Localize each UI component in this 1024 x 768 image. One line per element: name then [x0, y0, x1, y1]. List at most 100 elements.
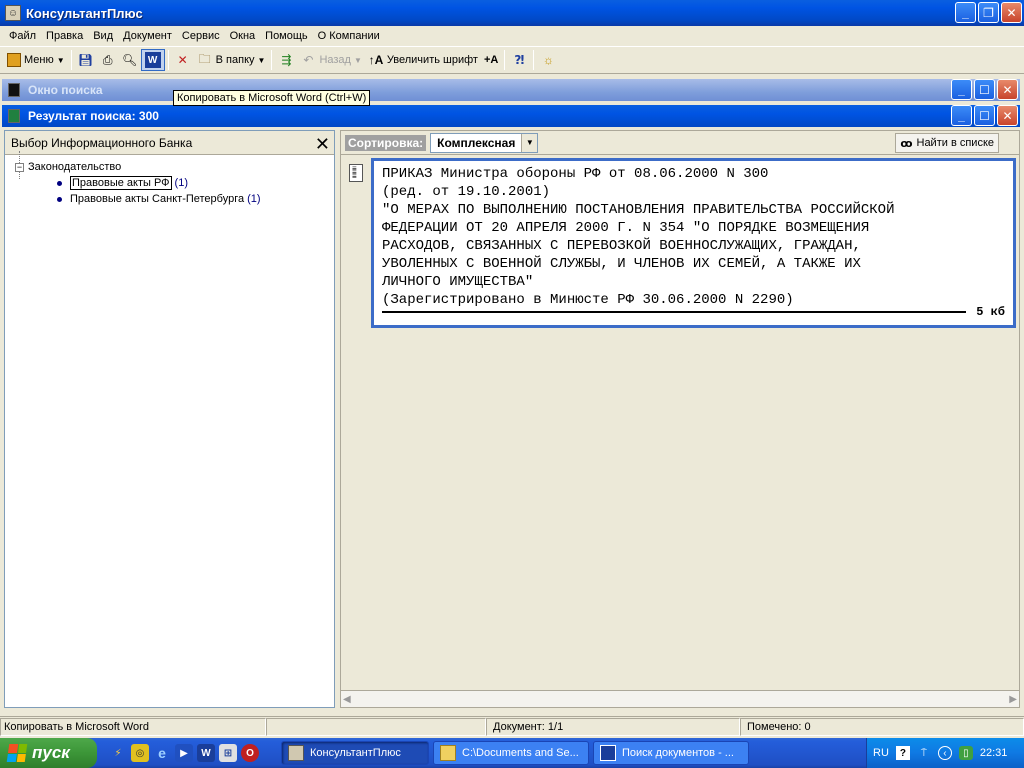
taskbar-item-explorer[interactable]: C:\Documents and Se... — [433, 741, 589, 765]
menu-edit[interactable]: Правка — [41, 30, 88, 42]
taskbar-item-consultant[interactable]: КонсультантПлюс — [281, 741, 429, 765]
document-line: (ред. от 19.10.2001) — [382, 184, 551, 200]
taskbar-item-word[interactable]: Поиск документов - ... — [593, 741, 749, 765]
tips-button[interactable]: ☼ — [537, 49, 559, 71]
close-button[interactable]: ✕ — [997, 79, 1018, 100]
menu-document[interactable]: Документ — [118, 30, 177, 42]
tree-item-spb-acts[interactable]: Правовые акты Санкт-Петербурга (1) — [15, 191, 334, 207]
collapse-icon[interactable]: − — [15, 162, 24, 172]
taskbar-item-label: Поиск документов - ... — [622, 747, 734, 759]
excel-like-icon[interactable]: ⊞ — [219, 744, 237, 762]
media-player-icon[interactable]: ▶ — [175, 744, 193, 762]
horizontal-scrollbar[interactable]: ◀ ▶ — [341, 690, 1019, 707]
internet-explorer-icon[interactable]: e — [153, 744, 171, 762]
preview-button[interactable]: 🔍︎ — [119, 49, 141, 71]
menu-service[interactable]: Сервис — [177, 30, 225, 42]
search-window-title: Окно поиска — [28, 83, 103, 97]
copy-word-tooltip: Копировать в Microsoft Word (Ctrl+W) — [173, 90, 371, 106]
folder-icon — [440, 745, 456, 761]
minimize-button[interactable]: _ — [955, 2, 976, 23]
delete-button[interactable]: ✕ — [172, 49, 194, 71]
lightning-icon[interactable]: ⚡ — [109, 744, 127, 762]
windows-logo-icon — [6, 744, 28, 762]
network-icon[interactable]: ⍑ — [917, 746, 931, 760]
minimize-button[interactable]: _ — [951, 79, 972, 100]
tree-item-label: Правовые акты РФ — [70, 176, 172, 190]
results-window-title: Результат поиска: 300 — [28, 109, 159, 123]
menu-book-icon — [7, 53, 21, 67]
status-bar: Копировать в Microsoft Word Документ: 1/… — [0, 716, 1024, 736]
document-line: "О МЕРАХ ПО ВЫПОЛНЕНИЮ ПОСТАНОВЛЕНИЯ ПРА… — [382, 202, 895, 218]
language-indicator[interactable]: RU — [873, 747, 889, 759]
tree-item-count: (1) — [174, 177, 188, 189]
menu-about[interactable]: О Компании — [313, 30, 385, 42]
taskbar-item-label: КонсультантПлюс — [310, 747, 401, 759]
document-line: ЛИЧНОГО ИМУЩЕСТВА" — [382, 274, 534, 290]
document-line: УВОЛЕННЫХ С ВОЕННОЙ СЛУЖБЫ, И ЧЛЕНОВ ИХ … — [382, 256, 861, 272]
sort-select[interactable]: Комплексная ▼ — [430, 132, 539, 153]
back-button[interactable]: ↶ Назад ▼ — [297, 49, 364, 71]
status-hint: Копировать в Microsoft Word — [0, 717, 266, 736]
consultant-app-icon[interactable]: ☺ — [5, 5, 21, 21]
chevron-down-icon[interactable]: ▼ — [521, 133, 538, 152]
minimize-button[interactable]: _ — [951, 105, 972, 126]
results-window-titlebar[interactable]: Результат поиска: 300 _ ☐ ✕ — [2, 105, 1020, 127]
opera-icon[interactable]: O — [241, 744, 259, 762]
restore-button[interactable]: ❐ — [978, 2, 999, 23]
status-document: Документ: 1/1 — [486, 717, 740, 736]
tree-item-rf-acts[interactable]: Правовые акты РФ (1) — [15, 175, 334, 191]
results-window-controls: _ ☐ ✕ — [951, 105, 1018, 126]
safely-remove-icon[interactable]: ▯ — [958, 746, 973, 760]
menu-windows[interactable]: Окна — [225, 30, 261, 42]
status-empty — [266, 717, 486, 736]
chevron-left-icon[interactable]: ‹ — [937, 746, 952, 760]
document-line: ПРИКАЗ Министра обороны РФ от 08.06.2000… — [382, 166, 769, 182]
quick-launch: ⚡ ◎ e ▶ W ⊞ O — [109, 744, 259, 762]
document-line: РАСХОДОВ, СВЯЗАННЫХ С ПЕРЕВОЗКОЙ ВОЕННОС… — [382, 238, 861, 254]
help-icon[interactable]: ? — [895, 746, 910, 760]
document-size: 5 кб — [976, 305, 1005, 319]
save-icon: 💾︎ — [78, 53, 94, 67]
media-icon[interactable]: ◎ — [131, 744, 149, 762]
export-button[interactable]: ⇶ — [275, 49, 297, 71]
close-button[interactable]: ✕ — [1001, 2, 1022, 23]
document-list-item[interactable]: ПРИКАЗ Министра обороны РФ от 08.06.2000… — [371, 158, 1016, 328]
taskbar-item-label: C:\Documents and Se... — [462, 747, 579, 759]
app-titlebar: ☺ КонсультантПлюс _ ❐ ✕ — [0, 0, 1024, 26]
menu-button-label: Меню — [24, 54, 54, 66]
scroll-right-icon[interactable]: ▶ — [1009, 694, 1017, 705]
preview-icon: 🔍︎ — [122, 53, 138, 67]
chevron-down-icon: ▼ — [257, 55, 266, 65]
maximize-button[interactable]: ☐ — [974, 105, 995, 126]
start-button[interactable]: пуск — [0, 738, 97, 768]
sort-bar: Сортировка: Комплексная ▼ ꝏ Найти в спис… — [341, 131, 1019, 155]
scroll-left-icon[interactable]: ◀ — [343, 694, 351, 705]
close-icon[interactable]: ✕ — [315, 134, 330, 155]
find-in-list-button[interactable]: ꝏ Найти в списке — [895, 133, 999, 153]
start-label: пуск — [32, 743, 70, 762]
increase-font-button[interactable]: ↑A Увеличить шрифт — [365, 49, 481, 71]
close-button[interactable]: ✕ — [997, 105, 1018, 126]
print-button[interactable]: ⎙ — [97, 49, 119, 71]
system-tray: RU ? ⍑ ‹ ▯ 22:31 — [866, 738, 1024, 768]
font-plus-button[interactable]: +A — [481, 49, 501, 71]
menu-file[interactable]: Файл — [4, 30, 41, 42]
binoculars-icon: ꝏ — [900, 137, 913, 150]
maximize-button[interactable]: ☐ — [974, 79, 995, 100]
menu-button[interactable]: Меню ▼ — [4, 49, 68, 71]
copy-to-word-button[interactable]: W — [140, 49, 165, 71]
to-folder-button[interactable]: 🗀 В папку ▼ — [194, 49, 269, 71]
document-footer: 5 кб — [382, 303, 1005, 321]
word-icon[interactable]: W — [197, 744, 215, 762]
search-window-titlebar[interactable]: Окно поиска _ ☐ ✕ — [2, 79, 1020, 101]
menu-bar: Файл Правка Вид Документ Сервис Окна Пом… — [0, 26, 1024, 45]
menu-view[interactable]: Вид — [88, 30, 118, 42]
save-button[interactable]: 💾︎ — [75, 49, 97, 71]
help-button[interactable]: ⁈ — [508, 49, 530, 71]
increase-font-label: Увеличить шрифт — [386, 54, 478, 66]
folder-icon: 🗀 — [198, 51, 211, 66]
menu-help[interactable]: Помощь — [260, 30, 313, 42]
tree-root[interactable]: − Законодательство — [15, 159, 334, 175]
document-line: ФЕДЕРАЦИИ ОТ 20 АПРЕЛЯ 2000 Г. N 354 "О … — [382, 220, 870, 236]
window-controls: _ ❐ ✕ — [955, 2, 1022, 23]
